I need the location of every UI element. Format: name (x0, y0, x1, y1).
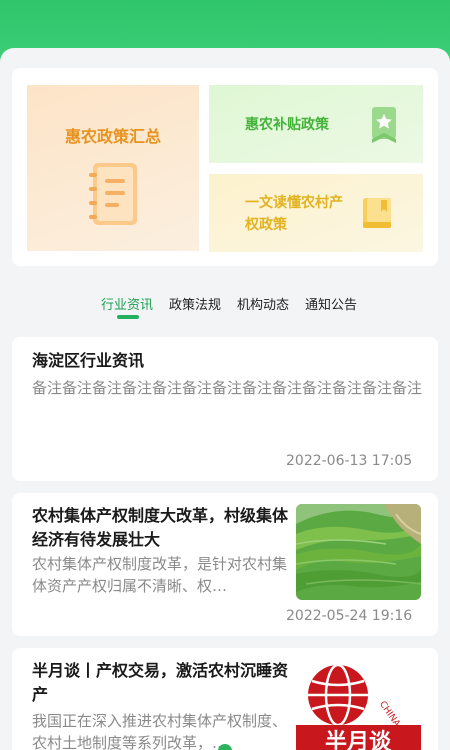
news-title: 半月谈丨产权交易，激活农村沉睡资产 (32, 661, 289, 704)
tab-institution-updates[interactable]: 机构动态 (237, 294, 289, 313)
news-summary: 农村集体产权制度改革，是针对农村集体资产产权归属不清晰、权… (32, 555, 288, 595)
news-title: 海淀区行业资讯 (32, 351, 145, 370)
tab-industry-news[interactable]: 行业资讯 (101, 294, 153, 313)
rice-terraces-photo (296, 504, 421, 600)
news-summary: 我国正在深入推进农村集体产权制度、农村土地制度等系列改革，… (32, 712, 288, 750)
tab-notices[interactable]: 通知公告 (305, 294, 357, 313)
policy-summary-tile[interactable]: 惠农政策汇总 (27, 85, 199, 251)
active-tab-indicator (117, 315, 139, 319)
feature-card: 惠农政策汇总 惠农补贴政策 一文读懂农村产权政策 (12, 68, 438, 266)
news-summary: 备注备注备注备注备注备注备注备注备注备注备注备注备注 (32, 379, 423, 397)
subsidy-policy-label: 惠农补贴政策 (245, 117, 329, 133)
news-thumbnail[interactable] (296, 504, 421, 600)
banyuetan-logo-text: 半月谈 (325, 730, 392, 750)
banyuetan-logo: CHINA COMMENT 半月谈 (296, 663, 421, 750)
tab-policy-regulations[interactable]: 政策法规 (169, 294, 221, 313)
news-card[interactable]: 农村集体产权制度大改革，村级集体经济有待发展壮大 农村集体产权制度改革，是针对农… (12, 493, 438, 636)
subsidy-policy-tile[interactable]: 惠农补贴政策 (209, 85, 423, 163)
news-title: 农村集体产权制度大改革，村级集体经济有待发展壮大 (32, 506, 289, 549)
news-date: 2022-05-24 19:16 (286, 608, 413, 624)
news-thumbnail[interactable]: CHINA COMMENT 半月谈 (296, 659, 421, 750)
news-card[interactable]: 半月谈丨产权交易，激活农村沉睡资产 我国正在深入推进农村集体产权制度、农村土地制… (12, 648, 438, 750)
news-date: 2022-06-13 17:05 (286, 453, 413, 469)
property-rights-tile[interactable]: 一文读懂农村产权政策 (209, 174, 423, 252)
star-badge-icon (372, 107, 396, 143)
property-rights-label: 一文读懂农村产权政策 (245, 195, 343, 233)
book-icon (363, 198, 391, 228)
news-card[interactable]: 海淀区行业资讯 备注备注备注备注备注备注备注备注备注备注备注备注备注 2022-… (12, 337, 438, 481)
policy-summary-label: 惠农政策汇总 (64, 127, 161, 146)
category-tabs: 行业资讯 政策法规 机构动态 通知公告 (0, 290, 450, 322)
notebook-icon (89, 163, 137, 225)
